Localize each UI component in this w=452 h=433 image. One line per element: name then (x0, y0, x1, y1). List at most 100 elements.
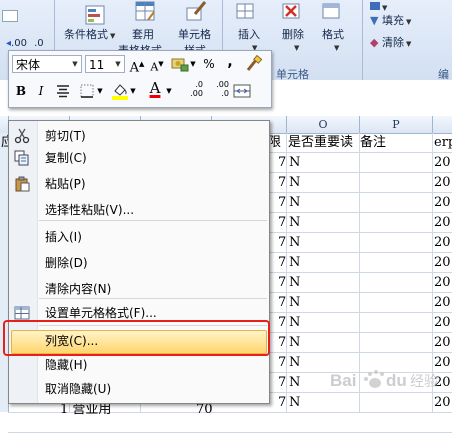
merge-center-icon[interactable] (233, 83, 251, 99)
table-cell[interactable]: 7 (278, 213, 286, 233)
delete-dropdown-arrow[interactable]: ▼ (292, 40, 299, 53)
table-cell[interactable]: N (289, 153, 300, 173)
copy-icon (14, 150, 30, 166)
chevron-down-icon[interactable]: ▼ (129, 82, 137, 100)
table-cell[interactable]: 20 (434, 173, 451, 193)
table-cell[interactable]: 20 (434, 393, 451, 413)
table-cell[interactable]: N (289, 233, 300, 253)
format-dropdown-arrow[interactable]: ▼ (332, 40, 339, 53)
increase-decimal-button[interactable]: .0 .00 (181, 80, 203, 102)
context-menu-item[interactable]: 插入(I) (9, 226, 269, 248)
decrease-decimal-button[interactable]: .00 .0 (207, 80, 229, 102)
table-cell[interactable]: 7 (278, 253, 286, 273)
table-cell[interactable]: 20 (434, 273, 451, 293)
conditional-format-button[interactable]: 条件格式 ▼ (64, 26, 115, 42)
grow-font-button[interactable]: A▲ (129, 55, 145, 76)
table-cell[interactable]: 20 (434, 213, 451, 233)
shrink-font-button[interactable]: A▼ (149, 55, 165, 74)
decimal-buttons[interactable]: ◂.00 .0 (6, 38, 44, 49)
table-cell[interactable]: N (289, 173, 300, 193)
partial-icon (2, 10, 18, 22)
grow-font-label: A (129, 60, 139, 76)
header-cell-erp[interactable]: erp (434, 133, 452, 153)
chevron-down-icon[interactable]: ▼ (96, 82, 104, 100)
context-menu-item[interactable]: 删除(D) (9, 252, 269, 274)
table-cell[interactable]: 20 (434, 293, 451, 313)
table-cell[interactable]: 20 (434, 153, 451, 173)
table-cell[interactable]: N (289, 253, 300, 273)
font-size-box[interactable]: 11 ▼ (85, 55, 125, 73)
column-header-p[interactable]: P (360, 116, 433, 133)
table-cell[interactable]: 7 (278, 273, 286, 293)
table-cell[interactable]: 7 (278, 393, 286, 413)
column-header[interactable] (433, 116, 452, 133)
table-cell[interactable]: N (289, 373, 300, 393)
conditional-format-label: 条件格式 (64, 28, 108, 41)
context-menu-item[interactable]: 取消隐藏(U) (9, 378, 269, 400)
table-format-line1[interactable]: 套用 (132, 26, 154, 42)
table-cell[interactable]: 20 (434, 233, 451, 253)
table-cell[interactable]: N (289, 213, 300, 233)
clear-label: 清除 (381, 36, 404, 49)
cell-style-line1[interactable]: 单元格 (178, 26, 211, 42)
percent-button[interactable]: % (201, 55, 217, 73)
align-center-icon[interactable] (55, 84, 71, 98)
menu-separator (39, 298, 267, 299)
table-cell[interactable]: 7 (278, 293, 286, 313)
context-menu-item-label: 取消隐藏(U) (45, 382, 112, 396)
context-menu-item[interactable]: 隐藏(H) (9, 354, 269, 376)
header-cell-important[interactable]: 是否重要读 (288, 133, 353, 153)
chevron-down-icon[interactable]: ▼ (189, 55, 197, 73)
clear-button[interactable]: ◆ 清除 ▼ (370, 34, 411, 50)
table-cell[interactable]: 7 (278, 313, 286, 333)
mini-toolbar: 宋体 ▼ 11 ▼ A▲ A▼ ▼ % , B I ▼ ▼ A ▼ .0 .00… (8, 50, 272, 108)
sum-icon (370, 2, 380, 10)
table-cell[interactable]: N (289, 393, 300, 413)
table-cell[interactable]: N (289, 293, 300, 313)
context-menu-item[interactable]: 复制(C) (9, 147, 269, 169)
context-menu-item[interactable]: 选择性粘贴(V)... (9, 199, 269, 221)
table-cell[interactable]: N (289, 273, 300, 293)
chevron-down-icon[interactable]: ▼ (165, 82, 173, 100)
table-cell[interactable]: N (289, 313, 300, 333)
table-cell[interactable]: N (289, 193, 300, 213)
table-cell[interactable]: 20 (434, 193, 451, 213)
chevron-down-icon[interactable]: ▼ (112, 56, 124, 72)
comma-button[interactable]: , (223, 53, 237, 71)
increase-decimal-top: .0 (195, 80, 203, 89)
table-cell[interactable]: N (289, 353, 300, 373)
fill-down-icon: ▼ (370, 14, 379, 27)
borders-icon[interactable] (79, 83, 95, 99)
column-header-o[interactable]: O (287, 116, 360, 133)
context-menu-item[interactable]: 粘贴(P) (9, 173, 269, 195)
font-color-button[interactable]: A (147, 79, 163, 97)
bold-button[interactable]: B (13, 82, 29, 100)
format-painter-icon[interactable] (245, 55, 263, 73)
font-name-box[interactable]: 宋体 ▼ (12, 55, 82, 73)
ribbon-separator (362, 0, 363, 80)
table-cell[interactable]: 20 (434, 253, 451, 273)
baidu-logo-icon: Bai du 经验 (330, 370, 438, 390)
baidu-watermark: Bai du 经验 (326, 364, 446, 394)
context-menu-item[interactable]: 剪切(T) (9, 125, 269, 147)
italic-button[interactable]: I (33, 82, 49, 100)
fill-color-icon[interactable] (111, 82, 129, 100)
table-cell[interactable]: 7 (278, 233, 286, 253)
fill-button[interactable]: ▼ 填充 ▼ (370, 12, 411, 28)
table-cell[interactable]: 7 (278, 193, 286, 213)
table-cell[interactable]: N (289, 333, 300, 353)
context-menu-item-label: 隐藏(H) (45, 358, 88, 372)
header-cell-notes[interactable]: 备注 (360, 133, 386, 153)
increase-decimal-bottom: .00 (190, 89, 203, 98)
table-cell[interactable]: 20 (434, 333, 451, 353)
accounting-format-icon[interactable] (171, 56, 189, 72)
chevron-down-icon[interactable]: ▼ (69, 56, 81, 72)
insert-cells-icon (236, 3, 254, 19)
table-cell[interactable]: 20 (434, 313, 451, 333)
table-cell[interactable]: 7 (278, 173, 286, 193)
table-cell[interactable]: 7 (278, 153, 286, 173)
table-cell[interactable]: 7 (278, 373, 286, 393)
table-cell[interactable]: 7 (278, 333, 286, 353)
context-menu-item[interactable]: 清除内容(N) (9, 278, 269, 300)
table-cell[interactable]: 7 (278, 353, 286, 373)
